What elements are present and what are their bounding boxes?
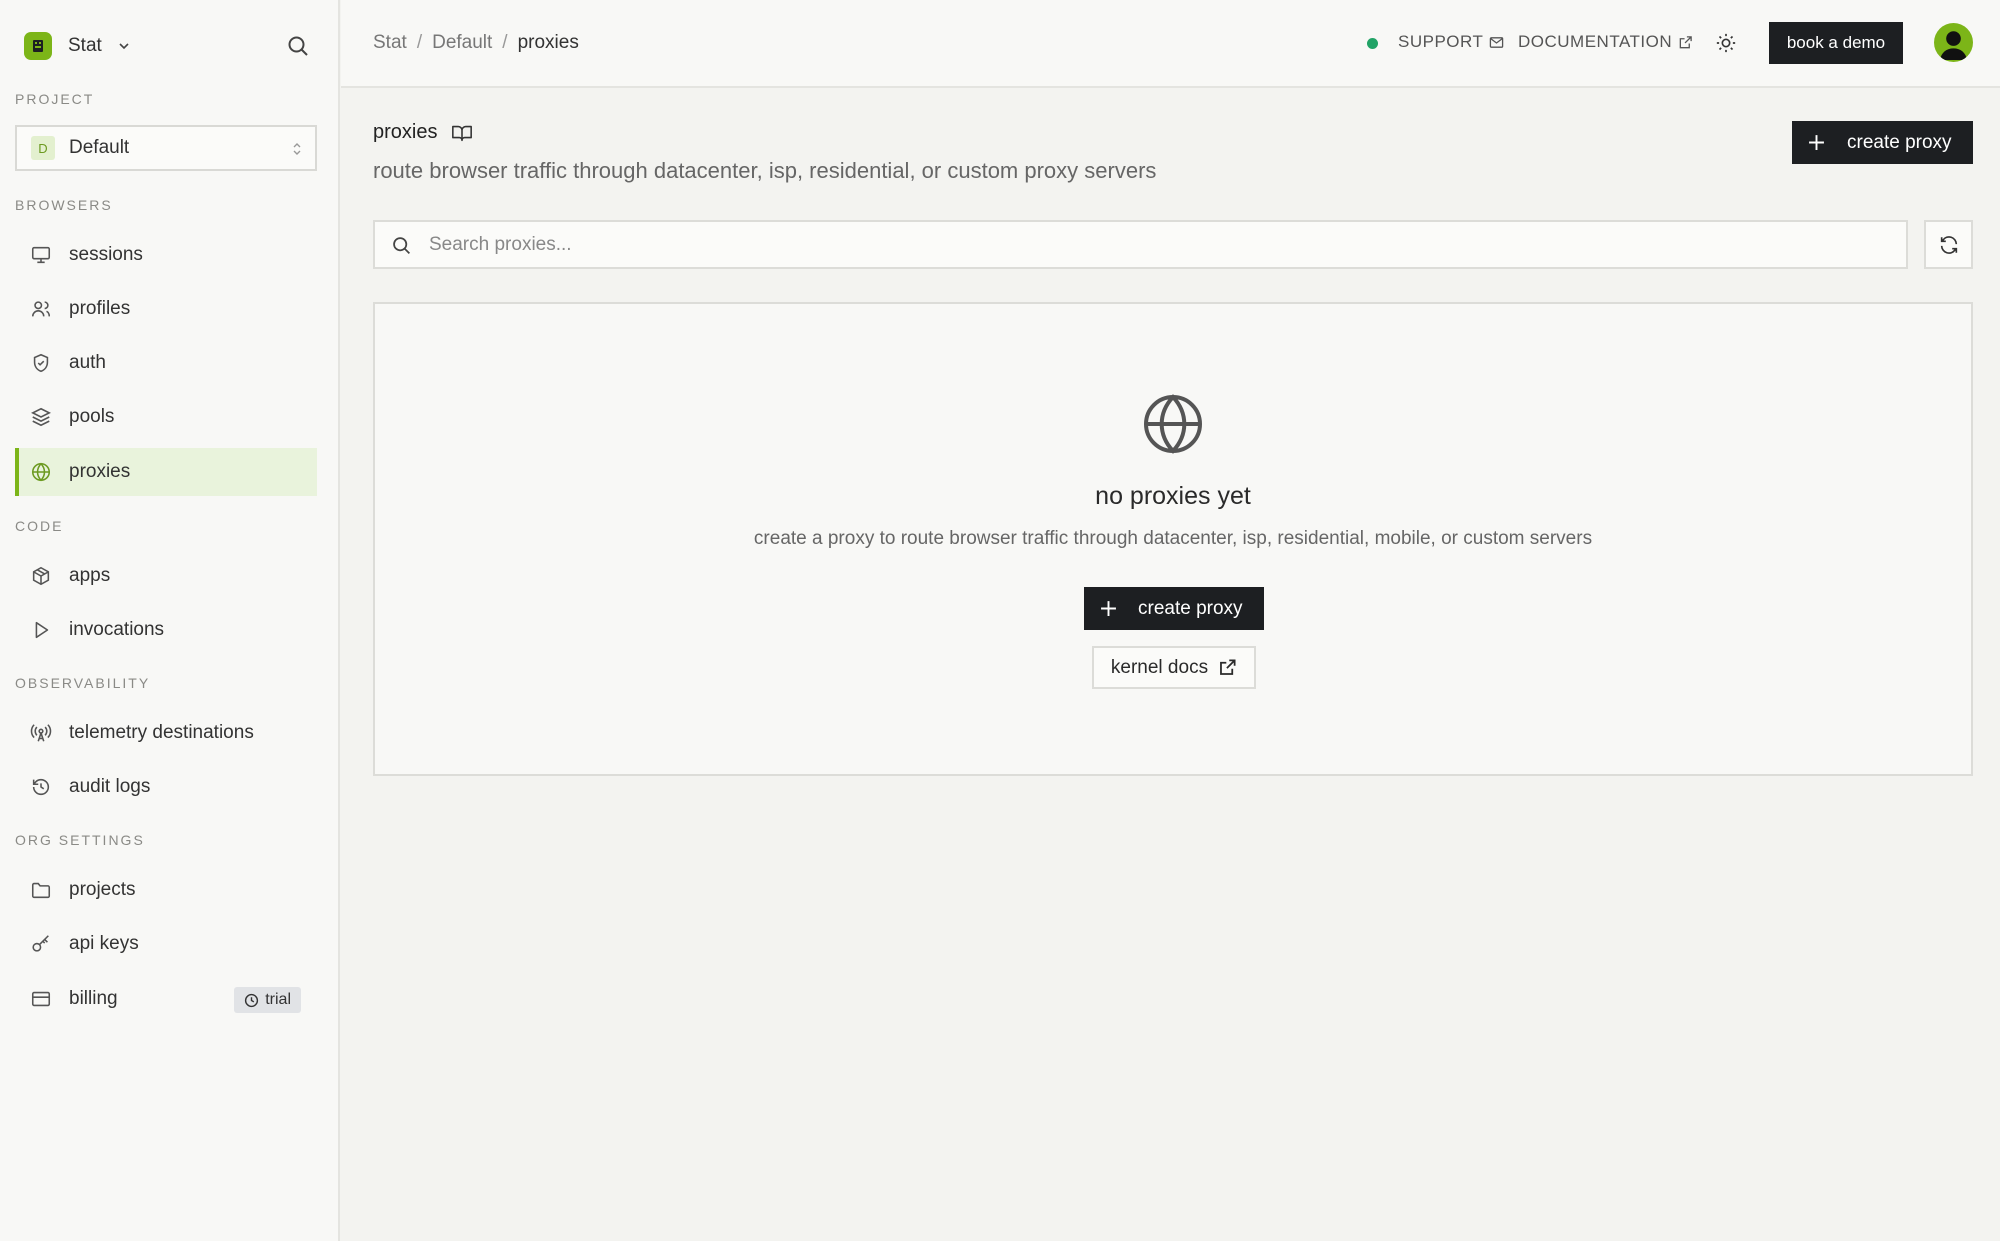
key-icon	[30, 933, 52, 955]
support-label: SUPPORT	[1398, 32, 1484, 51]
refresh-icon	[1940, 235, 1957, 254]
sidebar-item-telemetry-destinations[interactable]: telemetry destinations	[15, 709, 317, 757]
sidebar-item-sessions[interactable]: sessions	[15, 231, 317, 279]
sidebar-item-label: invocations	[69, 619, 165, 640]
trial-badge-label: trial	[265, 991, 291, 1008]
support-link[interactable]: SUPPORT	[1398, 32, 1504, 52]
sidebar-item-label: profiles	[69, 298, 131, 319]
sidebar-item-label: auth	[69, 352, 106, 373]
sidebar-item-audit-logs[interactable]: audit logs	[15, 763, 317, 811]
status-indicator	[1367, 38, 1378, 49]
radio-tower-icon	[30, 722, 52, 744]
plus-icon	[1809, 135, 1824, 150]
project-badge: D	[31, 136, 55, 160]
chevron-down-icon	[119, 43, 129, 50]
chevrons-up-down-icon	[293, 143, 301, 155]
kernel-docs-label: kernel docs	[1110, 656, 1209, 678]
external-link-icon	[1220, 659, 1236, 675]
section-label-observability: OBSERVABILITY	[15, 675, 151, 691]
layers-icon	[30, 406, 52, 428]
sidebar-item-label: billing	[69, 988, 118, 1009]
avatar[interactable]	[1934, 23, 1973, 62]
sidebar-item-profiles[interactable]: profiles	[15, 285, 317, 333]
sidebar-item-label: sessions	[69, 244, 143, 265]
sidebar-item-api-keys[interactable]: api keys	[15, 920, 317, 968]
breadcrumb-project[interactable]: Default	[432, 32, 492, 54]
monitor-icon	[30, 244, 52, 266]
breadcrumb-current: proxies	[517, 32, 579, 53]
sidebar-item-pools[interactable]: pools	[15, 393, 317, 441]
globe-icon	[30, 461, 52, 483]
refresh-button[interactable]	[1924, 220, 1973, 269]
search-icon	[393, 237, 410, 254]
kernel-docs-button[interactable]: kernel docs	[1092, 646, 1256, 689]
search-input[interactable]	[429, 232, 1889, 258]
book-demo-button[interactable]: book a demo	[1769, 22, 1903, 64]
breadcrumb-separator: /	[416, 32, 423, 53]
trial-badge: trial	[234, 987, 301, 1013]
page-title: proxies	[373, 121, 473, 144]
org-name: Stat	[68, 35, 102, 56]
sidebar-item-label: telemetry destinations	[69, 722, 254, 743]
credit-card-icon	[30, 988, 52, 1010]
folder-icon	[30, 879, 52, 901]
documentation-label: DOCUMENTATION	[1518, 32, 1673, 51]
sidebar-item-projects[interactable]: projects	[15, 866, 317, 914]
users-icon	[30, 298, 52, 320]
book-open-icon[interactable]	[451, 122, 473, 144]
breadcrumb-separator: /	[502, 32, 508, 53]
section-label-browsers: BROWSERS	[15, 197, 113, 213]
create-proxy-button[interactable]: create proxy	[1792, 121, 1973, 164]
search-icon[interactable]	[286, 34, 310, 58]
sidebar-item-auth[interactable]: auth	[15, 339, 317, 387]
page-title-text: proxies	[373, 121, 438, 143]
page-description: route browser traffic through datacenter…	[373, 158, 1157, 183]
mail-icon	[1490, 36, 1504, 48]
sidebar: Stat PROJECT D Default BROWSERS sessions…	[0, 0, 340, 1241]
empty-state: no proxies yet create a proxy to route b…	[373, 302, 1973, 776]
clock-icon	[245, 993, 259, 1007]
breadcrumb: Stat / Default / proxies	[373, 32, 579, 54]
sidebar-item-label: proxies	[69, 461, 131, 482]
section-label-project: PROJECT	[15, 91, 95, 107]
package-icon	[30, 565, 52, 587]
globe-icon	[1144, 394, 1202, 454]
empty-state-description: create a proxy to route browser traffic …	[753, 528, 1593, 549]
documentation-link[interactable]: DOCUMENTATION	[1518, 32, 1693, 52]
topbar: Stat / Default / proxies SUPPORT DOCUMEN…	[341, 0, 2000, 88]
section-label-code: CODE	[15, 518, 64, 534]
empty-state-title: no proxies yet	[1095, 482, 1251, 510]
org-switcher[interactable]: Stat	[24, 30, 132, 62]
sun-icon[interactable]	[1715, 32, 1737, 54]
project-select[interactable]: D Default	[15, 125, 317, 171]
empty-create-proxy-label: create proxy	[1138, 598, 1243, 619]
history-icon	[30, 776, 52, 798]
search-field	[373, 220, 1908, 269]
project-select-value: Default	[69, 137, 130, 158]
sidebar-item-label: audit logs	[69, 776, 151, 797]
user-avatar-icon	[1939, 31, 1968, 61]
sidebar-item-proxies[interactable]: proxies	[15, 448, 317, 496]
sidebar-item-label: api keys	[69, 933, 139, 954]
create-proxy-label: create proxy	[1847, 131, 1952, 153]
breadcrumb-org[interactable]: Stat	[373, 32, 407, 54]
org-logo-icon	[24, 32, 52, 60]
external-link-icon	[1679, 35, 1692, 48]
empty-create-proxy-button[interactable]: create proxy	[1084, 587, 1264, 630]
sidebar-item-invocations[interactable]: invocations	[15, 606, 317, 654]
sidebar-item-label: projects	[69, 879, 136, 900]
sidebar-item-apps[interactable]: apps	[15, 552, 317, 600]
shield-check-icon	[30, 352, 52, 374]
sidebar-item-label: pools	[69, 406, 115, 427]
sidebar-item-billing[interactable]: billing trial	[15, 975, 317, 1023]
section-label-org-settings: ORG SETTINGS	[15, 832, 145, 848]
sidebar-item-label: apps	[69, 565, 111, 586]
play-icon	[30, 619, 52, 641]
plus-icon	[1101, 601, 1116, 616]
